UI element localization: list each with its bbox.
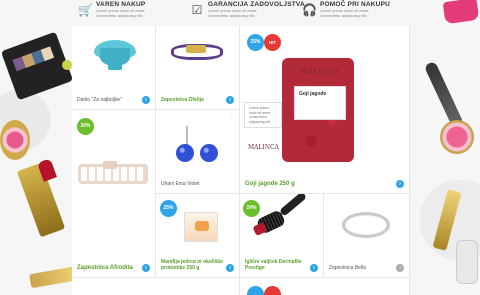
product-name[interactable]: Goji jagode 250 g: [245, 181, 295, 187]
chevron-right-icon[interactable]: ›: [226, 264, 234, 272]
earring-image: [200, 144, 218, 162]
decoration-dot: [62, 60, 72, 70]
goji-label: Goji jagode: [294, 86, 346, 120]
product-card-dermafile[interactable]: 24% Igliční valjček Dermafile Prestige ›: [240, 194, 324, 278]
discount-badge: 25%: [160, 200, 177, 217]
chevron-right-icon[interactable]: ›: [310, 264, 318, 272]
benefits-bar: 🛒 VAREN NAKUP Lorem ipsum dolor sit amet…: [72, 0, 410, 24]
benefit-desc: Lorem ipsum dolor sit amet, consectetur …: [96, 8, 146, 18]
benefit-secure-purchase: 🛒 VAREN NAKUP Lorem ipsum dolor sit amet…: [78, 1, 166, 18]
product-name[interactable]: Zapestnica Bella: [329, 265, 366, 271]
product-card-bowl[interactable]: Darilo "Za najboljše" ›: [72, 26, 156, 110]
benefit-desc: Lorem ipsum dolor sit amet, consectetur …: [320, 8, 370, 18]
product-card-goji[interactable]: 25% HIT MALINCA Goji jagode MALINCA Lore…: [240, 26, 410, 194]
discount-badge: 24%: [243, 200, 260, 217]
almond-box-image: [184, 212, 218, 242]
chevron-right-icon[interactable]: ›: [142, 264, 150, 272]
benefit-title: POMOČ PRI NAKUPU: [320, 1, 391, 8]
product-tooltip: Lorem ipsum dolor sit amet, consectetur …: [244, 102, 282, 128]
product-card-afrodita[interactable]: 30% Zapestnica Afrodita ›: [72, 110, 156, 278]
checkbox-icon: ☑: [191, 3, 203, 17]
headset-icon: 🎧: [302, 3, 317, 17]
heart-icon[interactable]: ♡: [229, 114, 235, 122]
gold-bracelet-image: [78, 161, 148, 184]
badge-partial: [264, 286, 281, 295]
cream-tube-decoration: [456, 240, 478, 284]
compact-decoration-right: [440, 120, 474, 154]
product-name[interactable]: Zapestnica Afrodita: [77, 265, 133, 271]
compact-decoration-left: [0, 120, 30, 160]
earring-image: [176, 144, 194, 162]
benefit-purchase-help: 🎧 POMOČ PRI NAKUPU Lorem ipsum dolor sit…: [302, 1, 390, 18]
chevron-right-icon[interactable]: ›: [142, 96, 150, 104]
goji-label-text: Goji jagode: [299, 91, 327, 97]
chevron-right-icon[interactable]: ›: [396, 180, 404, 188]
product-name[interactable]: Mandlja jedrca in okoliške probiotike 25…: [161, 259, 227, 271]
cart-icon: 🛒: [78, 3, 93, 17]
discount-badge: 25%: [247, 34, 264, 51]
brand-logo-small: MALINCA: [248, 144, 280, 151]
badge-partial: [247, 286, 264, 295]
discount-badge: 30%: [77, 118, 94, 135]
benefit-title: GARANCIJA ZADOVOLJSTVA: [208, 1, 305, 8]
product-card-ofelija[interactable]: Zapestnica Ofelija ›: [156, 26, 240, 110]
benefit-title: VAREN NAKUP: [96, 1, 146, 8]
roller-handle-image: [278, 194, 308, 217]
bangle-image: [342, 212, 390, 238]
chevron-right-icon[interactable]: ›: [226, 96, 234, 104]
product-name[interactable]: Uhani Ema Violet: [161, 181, 200, 187]
product-name[interactable]: Igliční valjček Dermafile Prestige: [245, 259, 311, 271]
product-grid: Darilo "Za najboljše" › Zapestnica Ofeli…: [72, 26, 410, 295]
bowl-image-foot: [108, 64, 122, 70]
product-card-partial[interactable]: [72, 278, 240, 295]
chevron-right-icon[interactable]: ›: [396, 264, 404, 272]
product-card-ema-violet[interactable]: ♡ Uhani Ema Violet: [156, 110, 240, 194]
benefit-desc: Lorem ipsum dolor sit amet, consectetur …: [208, 8, 258, 18]
purple-bracelet-image: [171, 44, 223, 60]
product-card-partial[interactable]: [240, 278, 410, 295]
product-card-mandelj[interactable]: 25% Mandlja jedrca in okoliške probiotik…: [156, 194, 240, 278]
brand-logo: MALINCA: [300, 68, 340, 76]
product-name[interactable]: Darilo "Za najboljše": [77, 97, 122, 103]
product-name[interactable]: Zapestnica Ofelija: [161, 97, 204, 103]
benefit-satisfaction-guarantee: ☑ GARANCIJA ZADOVOLJSTVA Lorem ipsum dol…: [190, 1, 305, 18]
product-card-bella[interactable]: Zapestnica Bella ›: [324, 194, 410, 278]
hit-badge: HIT: [264, 34, 281, 51]
